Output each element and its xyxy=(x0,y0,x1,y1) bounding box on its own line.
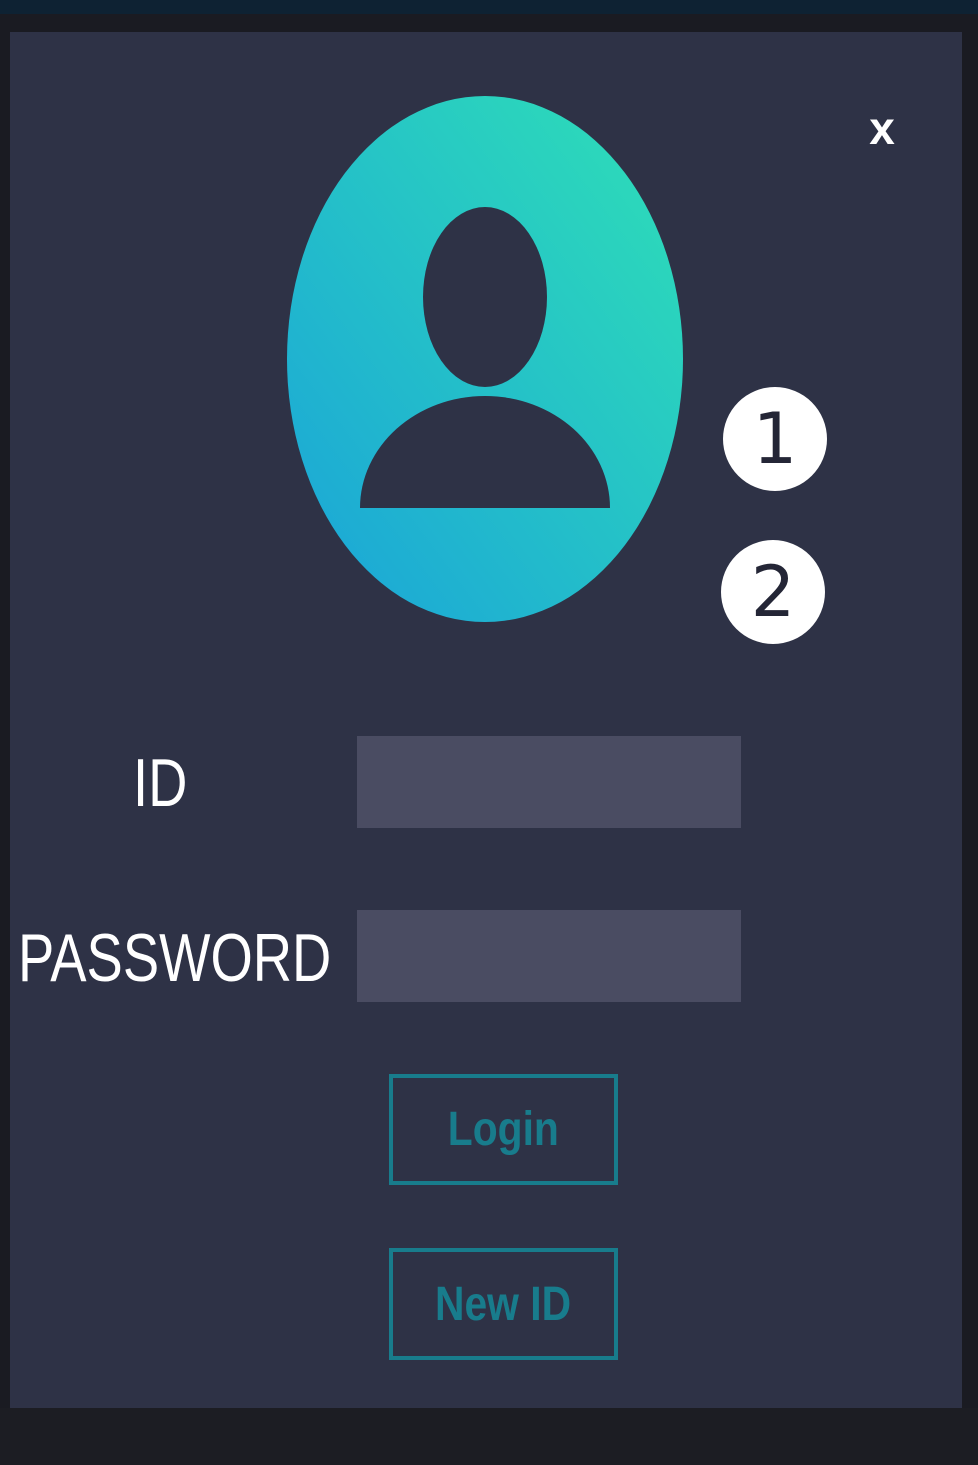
login-button[interactable]: Login xyxy=(389,1074,618,1185)
window-top-edge xyxy=(0,0,978,14)
password-label: PASSWORD xyxy=(18,920,332,996)
new-id-button-label: New ID xyxy=(435,1277,572,1331)
password-input[interactable] xyxy=(357,910,741,1002)
id-input[interactable] xyxy=(357,736,741,828)
annotation-badge-1: 1 xyxy=(723,387,827,491)
close-button[interactable]: x xyxy=(860,98,904,158)
id-label: ID xyxy=(133,745,188,821)
user-avatar-icon xyxy=(287,96,683,622)
bottom-bar xyxy=(0,1408,978,1465)
new-id-button[interactable]: New ID xyxy=(389,1248,618,1360)
login-button-label: Login xyxy=(447,1103,560,1156)
annotation-badge-2: 2 xyxy=(721,540,825,644)
